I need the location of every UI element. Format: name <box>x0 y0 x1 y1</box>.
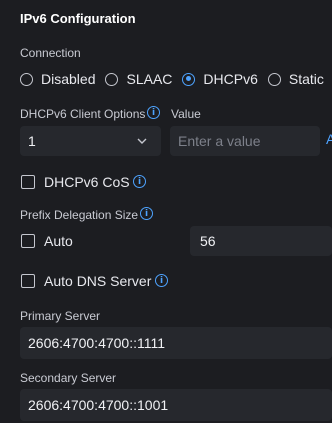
info-icon[interactable]: i <box>140 207 153 220</box>
info-icon[interactable]: i <box>147 106 160 119</box>
primary-server-label: Primary Server <box>20 309 101 323</box>
prefix-size-input[interactable]: 56 <box>190 226 332 256</box>
client-options-label: DHCPv6 Client Options <box>20 107 146 121</box>
value-input-placeholder: Enter a value <box>178 133 261 149</box>
radio-static-label[interactable]: Static <box>289 71 324 87</box>
chevron-down-icon <box>137 138 147 144</box>
info-icon[interactable]: i <box>133 175 146 188</box>
client-option-select[interactable]: 1 <box>20 126 161 156</box>
radio-slaac-label[interactable]: SLAAC <box>126 71 172 87</box>
radio-slaac[interactable] <box>105 72 119 86</box>
connection-radio-group: Disabled SLAAC DHCPv6 Static <box>20 69 332 89</box>
radio-dhcpv6[interactable] <box>182 72 196 86</box>
auto-dns-label[interactable]: Auto DNS Server <box>44 273 151 289</box>
client-option-select-value: 1 <box>28 133 36 149</box>
page-title: IPv6 Configuration <box>20 11 136 26</box>
value-label: Value <box>171 107 201 121</box>
prefix-auto-checkbox[interactable] <box>21 234 35 248</box>
radio-disabled-label[interactable]: Disabled <box>41 71 95 87</box>
cos-label[interactable]: DHCPv6 CoS <box>44 174 130 190</box>
auto-dns-checkbox[interactable] <box>21 274 35 288</box>
add-option-link[interactable]: A <box>326 131 332 147</box>
prefix-auto-label[interactable]: Auto <box>44 233 73 249</box>
radio-static[interactable] <box>267 72 281 86</box>
primary-server-value: 2606:4700:4700::1111 <box>28 335 166 351</box>
prefix-label: Prefix Delegation Size <box>20 208 139 222</box>
value-input[interactable]: Enter a value <box>170 126 320 156</box>
connection-label: Connection <box>20 46 81 60</box>
secondary-server-input[interactable]: 2606:4700:4700::1001 <box>20 389 332 421</box>
cos-checkbox[interactable] <box>21 175 35 189</box>
radio-dhcpv6-label[interactable]: DHCPv6 <box>203 71 257 87</box>
primary-server-input[interactable]: 2606:4700:4700::1111 <box>20 327 332 359</box>
secondary-server-label: Secondary Server <box>20 371 117 385</box>
prefix-size-value: 56 <box>200 233 216 249</box>
info-icon[interactable]: i <box>155 274 168 287</box>
secondary-server-value: 2606:4700:4700::1001 <box>28 397 169 413</box>
radio-disabled[interactable] <box>20 72 33 86</box>
